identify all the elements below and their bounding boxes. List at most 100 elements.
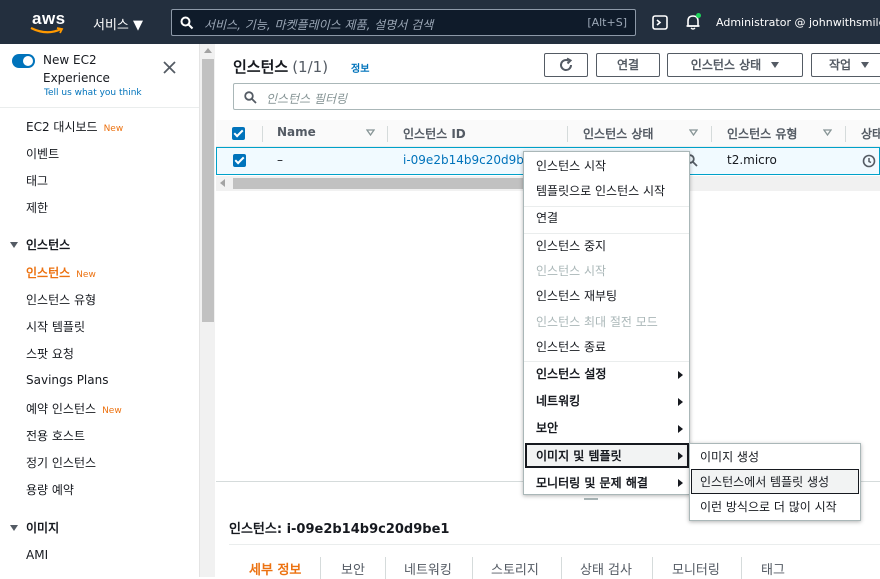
menu-item-connect[interactable]: 연결 [536, 209, 558, 226]
refresh-button[interactable] [544, 53, 588, 77]
column-instance-state[interactable]: 인스턴스 상태 [583, 125, 653, 142]
tab-storage[interactable]: 스토리지 [491, 559, 539, 578]
sidebar-item-launch-templates[interactable]: 시작 템플릿 [26, 318, 85, 335]
submenu-item-create-template-from-instance[interactable]: 인스턴스에서 템플릿 생성 [700, 473, 829, 490]
tab-security[interactable]: 보안 [341, 559, 365, 578]
services-menu[interactable]: 서비스 ▼ [93, 14, 143, 33]
notification-dot [696, 13, 701, 18]
connect-button[interactable]: 연결 [596, 53, 660, 77]
detail-panel-title: 인스턴스: i-09e2b14b9c20d9be1 [229, 522, 450, 537]
tab-divider [320, 557, 321, 579]
menu-divider [524, 233, 689, 234]
sidebar-divider [0, 107, 199, 108]
tab-divider [741, 557, 742, 579]
splitter-handle[interactable] [584, 498, 598, 500]
sidebar-item-reserved-instances[interactable]: 예약 인스턴스 New [26, 400, 122, 417]
actions-button[interactable]: 작업 [811, 53, 880, 77]
sidebar-item-spot-requests[interactable]: 스팟 요청 [26, 345, 74, 362]
submenu-arrow-icon [678, 479, 683, 487]
sidebar-section-instances[interactable]: 인스턴스 [10, 236, 70, 253]
feedback-link[interactable]: Tell us what you think [44, 88, 142, 98]
sidebar-item-label: 인스턴스 [26, 266, 71, 280]
menu-item-networking[interactable]: 네트워킹 [536, 392, 580, 409]
tab-tags[interactable]: 태그 [761, 559, 785, 578]
menu-item-monitor-troubleshoot[interactable]: 모니터링 및 문제 해결 [536, 474, 648, 491]
sidebar-item-label: EC2 대시보드 [26, 120, 98, 134]
aws-logo-text: aws [32, 9, 66, 28]
new-experience-toggle[interactable] [12, 54, 35, 68]
column-name[interactable]: Name [277, 125, 316, 139]
sidebar-item-instances[interactable]: 인스턴스 New [26, 264, 96, 281]
menu-item-launch-from-template[interactable]: 템플릿으로 인스턴스 시작 [536, 182, 665, 199]
scroll-up-arrow[interactable] [204, 48, 212, 53]
scrollbar-thumb[interactable] [233, 178, 553, 189]
menu-item-stop-instance[interactable]: 인스턴스 중지 [536, 237, 606, 254]
search-placeholder: 서비스, 기능, 마켓플레이스 제품, 설명서 검색 [204, 18, 434, 32]
tab-divider [472, 557, 473, 579]
column-divider [387, 126, 388, 142]
refresh-icon [560, 57, 573, 71]
sidebar-item-dedicated-hosts[interactable]: 전용 호스트 [26, 427, 85, 444]
sidebar-item-events[interactable]: 이벤트 [26, 145, 59, 162]
close-sidebar-icon[interactable] [163, 61, 176, 74]
cloudshell-icon[interactable] [652, 15, 668, 30]
submenu-arrow-icon [678, 452, 683, 460]
notifications-bell[interactable] [685, 13, 701, 34]
sidebar-scrollbar[interactable] [199, 44, 215, 577]
instance-filter-input[interactable]: 인스턴스 필터링 [233, 83, 880, 110]
submenu-item-launch-more-like-this[interactable]: 이런 방식으로 더 많이 시작 [700, 498, 837, 515]
account-menu[interactable]: Administrator @ johnwithsmile [716, 16, 880, 29]
column-status-check[interactable]: 상태 [861, 125, 880, 142]
menu-item-instance-settings[interactable]: 인스턴스 설정 [536, 365, 606, 382]
submenu-arrow-icon [678, 371, 683, 379]
cell-name: – [277, 153, 283, 167]
column-instance-id[interactable]: 인스턴스 ID [403, 125, 466, 142]
page-title: 인스턴스 (1/1) [233, 56, 328, 77]
sidebar-item-tags[interactable]: 태그 [26, 172, 48, 189]
tab-networking[interactable]: 네트워킹 [404, 559, 452, 578]
sort-icon[interactable] [823, 129, 832, 136]
sidebar-item-ec2-dashboard[interactable]: EC2 대시보드 New [26, 118, 123, 135]
sidebar-item-scheduled-instances[interactable]: 정기 인스턴스 [26, 454, 96, 471]
new-badge: New [102, 406, 122, 416]
tab-monitoring[interactable]: 모니터링 [672, 559, 720, 578]
column-instance-type[interactable]: 인스턴스 유형 [727, 125, 797, 142]
scrollbar-thumb[interactable] [202, 59, 214, 322]
search-icon [244, 91, 257, 104]
menu-divider [524, 206, 689, 207]
menu-item-image-and-templates[interactable]: 이미지 및 템플릿 [536, 447, 622, 464]
caret-down-icon [771, 62, 780, 68]
button-label: 작업 [829, 58, 852, 72]
scroll-left-arrow[interactable] [220, 179, 225, 187]
menu-item-security[interactable]: 보안 [536, 419, 558, 436]
menu-item-terminate-instance[interactable]: 인스턴스 종료 [536, 338, 606, 355]
tab-details[interactable]: 세부 정보 [249, 559, 301, 578]
new-experience-label-2: Experience [43, 71, 110, 85]
sidebar-section-images[interactable]: 이미지 [10, 519, 59, 536]
cell-instance-id[interactable]: i-09e2b14b9c20d9be1 [403, 153, 539, 167]
tab-status-checks[interactable]: 상태 검사 [580, 559, 632, 578]
search-icon [180, 16, 194, 30]
section-label: 이미지 [26, 521, 60, 535]
sidebar-item-ami[interactable]: AMI [26, 548, 48, 562]
menu-item-launch-instance[interactable]: 인스턴스 시작 [536, 157, 606, 174]
submenu-item-create-image[interactable]: 이미지 생성 [700, 448, 759, 465]
sidebar-item-label: 예약 인스턴스 [26, 402, 97, 416]
sidebar-item-limits[interactable]: 제한 [26, 199, 48, 216]
instance-state-button[interactable]: 인스턴스 상태 [667, 53, 803, 77]
menu-item-reboot-instance[interactable]: 인스턴스 재부팅 [536, 287, 617, 304]
sort-icon[interactable] [689, 129, 698, 136]
sidebar-item-savings-plans[interactable]: Savings Plans [26, 373, 108, 387]
sidebar-item-instance-types[interactable]: 인스턴스 유형 [26, 291, 96, 308]
sidebar-item-capacity-reservations[interactable]: 용량 예약 [26, 481, 74, 498]
row-checkbox[interactable] [233, 154, 246, 167]
menu-item-hibernate-instance: 인스턴스 최대 절전 모드 [536, 315, 658, 329]
info-link[interactable]: 정보 [351, 60, 369, 75]
aws-logo[interactable]: aws [24, 6, 68, 38]
select-all-checkbox[interactable] [232, 127, 245, 140]
sort-icon[interactable] [366, 129, 375, 136]
caret-down-icon [861, 62, 870, 68]
instance-count: (1/1) [292, 58, 329, 76]
new-experience-label-1: New EC2 [43, 53, 97, 67]
global-search-input[interactable]: 서비스, 기능, 마켓플레이스 제품, 설명서 검색 [Alt+S] [171, 9, 636, 36]
